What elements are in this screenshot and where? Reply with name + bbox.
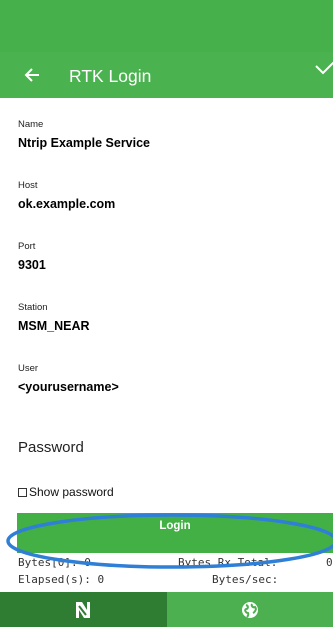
- bytes-rx-total-label: Bytes Rx Total:: [178, 556, 278, 569]
- check-icon[interactable]: [314, 62, 333, 78]
- show-password-label: Show password: [29, 485, 114, 499]
- name-label: Name: [18, 119, 44, 130]
- bytes-rx-total-value: 0: [326, 556, 333, 569]
- elapsed-readout: Elapsed(s): 0: [18, 573, 105, 586]
- login-button-label: Login: [159, 520, 191, 532]
- host-label: Host: [18, 180, 38, 191]
- port-label: Port: [18, 241, 36, 252]
- station-label: Station: [18, 302, 48, 313]
- bytes-per-sec-label: Bytes/sec:: [212, 573, 279, 586]
- show-password-checkbox[interactable]: Show password: [18, 485, 114, 499]
- bytes0-readout: Bytes[0]: 0: [18, 556, 91, 569]
- station-field[interactable]: MSM_NEAR: [18, 319, 90, 333]
- checkbox-box[interactable]: [18, 487, 27, 497]
- app-bar: RTK Login: [0, 52, 333, 98]
- user-field[interactable]: <yourusername>: [18, 380, 119, 394]
- status-bar: [0, 0, 333, 52]
- login-button[interactable]: Login: [17, 513, 333, 553]
- port-field[interactable]: 9301: [18, 258, 46, 272]
- page-title: RTK Login: [69, 66, 152, 86]
- globe-icon: [241, 601, 258, 618]
- name-field[interactable]: Ntrip Example Service: [18, 136, 150, 150]
- app-logo-icon: [76, 601, 91, 618]
- password-field[interactable]: [18, 436, 318, 458]
- user-label: User: [18, 363, 39, 374]
- tab-map[interactable]: [166, 592, 333, 627]
- arrow-left-icon[interactable]: [22, 65, 42, 85]
- tab-main[interactable]: [0, 592, 167, 627]
- host-field[interactable]: ok.example.com: [18, 197, 115, 211]
- bottom-nav: [0, 592, 333, 627]
